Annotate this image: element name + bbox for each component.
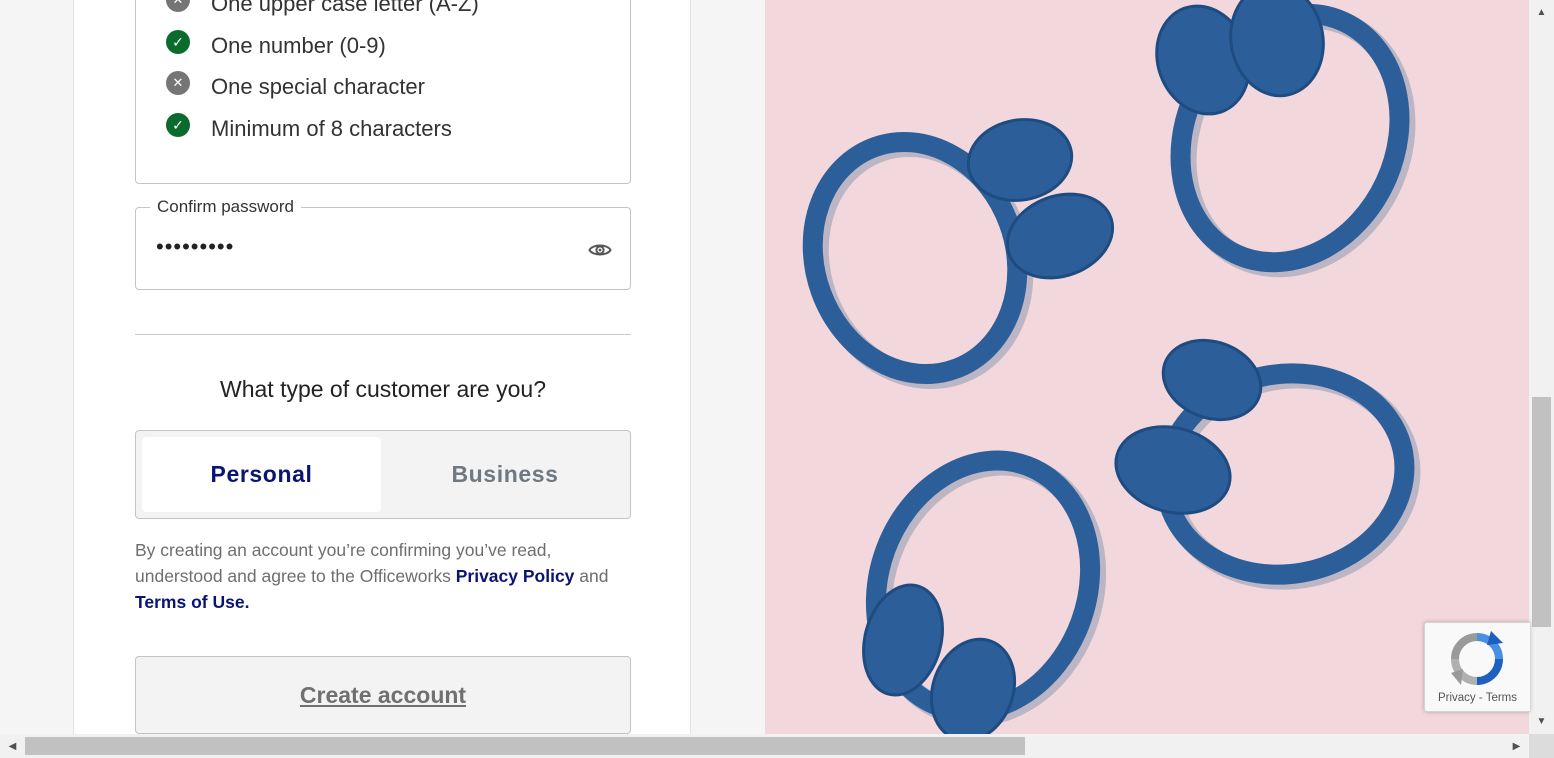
registration-form-panel: ✕ One upper case letter (A-Z) ✓ One numb… — [73, 0, 691, 734]
requirement-special-character: ✕ One special character — [166, 71, 425, 102]
privacy-policy-link[interactable]: Privacy Policy — [456, 566, 575, 586]
scroll-down-arrow-icon[interactable]: ▼ — [1529, 709, 1554, 734]
terms-of-use-link[interactable]: Terms of Use. — [135, 592, 249, 612]
check-icon: ✓ — [166, 30, 190, 54]
hero-image-headphones — [765, 0, 1529, 734]
horizontal-scrollbar[interactable]: ◀ ▶ — [0, 734, 1529, 758]
check-icon: ✓ — [166, 113, 190, 137]
customer-type-question: What type of customer are you? — [220, 376, 546, 402]
password-requirements-box: ✕ One upper case letter (A-Z) ✓ One numb… — [135, 0, 631, 184]
confirm-password-label: Confirm password — [150, 197, 301, 217]
headphones-illustration — [802, 0, 1421, 734]
recaptcha-links: Privacy - Terms — [1425, 692, 1530, 704]
recaptcha-privacy-link[interactable]: Privacy — [1438, 692, 1476, 704]
create-account-button[interactable]: Create account — [135, 656, 631, 734]
requirement-label: One number (0-9) — [211, 33, 386, 58]
scroll-up-arrow-icon[interactable]: ▲ — [1529, 0, 1554, 25]
requirement-min-length: ✓ Minimum of 8 characters — [166, 113, 452, 144]
scroll-right-arrow-icon[interactable]: ▶ — [1504, 734, 1529, 758]
recaptcha-logo-icon — [1451, 631, 1503, 685]
scrollbar-corner — [1529, 734, 1554, 758]
requirement-label: Minimum of 8 characters — [211, 116, 452, 141]
create-account-label: Create account — [299, 681, 467, 708]
vertical-scrollbar[interactable]: ▲ ▼ — [1529, 0, 1554, 734]
customer-type-business-option[interactable]: Business — [385, 437, 625, 512]
requirement-number: ✓ One number (0-9) — [166, 30, 386, 61]
show-password-eye-icon[interactable] — [588, 238, 612, 262]
vertical-scrollbar-thumb[interactable] — [1532, 397, 1551, 627]
terms-text-middle: and — [574, 566, 609, 586]
requirement-label: One upper case letter (A-Z) — [211, 0, 479, 16]
recaptcha-separator: - — [1475, 692, 1486, 704]
requirement-uppercase: ✕ One upper case letter (A-Z) — [166, 0, 479, 19]
section-divider — [135, 334, 631, 335]
recaptcha-terms-link[interactable]: Terms — [1486, 692, 1517, 704]
customer-type-personal-option[interactable]: Personal — [142, 437, 381, 512]
recaptcha-badge[interactable]: Privacy - Terms — [1424, 622, 1530, 712]
confirm-password-field[interactable]: Confirm password ••••••••• — [135, 197, 631, 290]
scroll-left-arrow-icon[interactable]: ◀ — [0, 734, 25, 758]
horizontal-scrollbar-thumb[interactable] — [25, 737, 1025, 755]
customer-type-toggle: Personal Business — [135, 430, 631, 519]
cross-icon: ✕ — [166, 71, 190, 95]
confirm-password-input[interactable]: ••••••••• — [156, 234, 234, 260]
terms-statement: By creating an account you’re confirming… — [135, 537, 635, 615]
requirement-label: One special character — [211, 74, 425, 99]
cross-icon: ✕ — [166, 0, 190, 12]
